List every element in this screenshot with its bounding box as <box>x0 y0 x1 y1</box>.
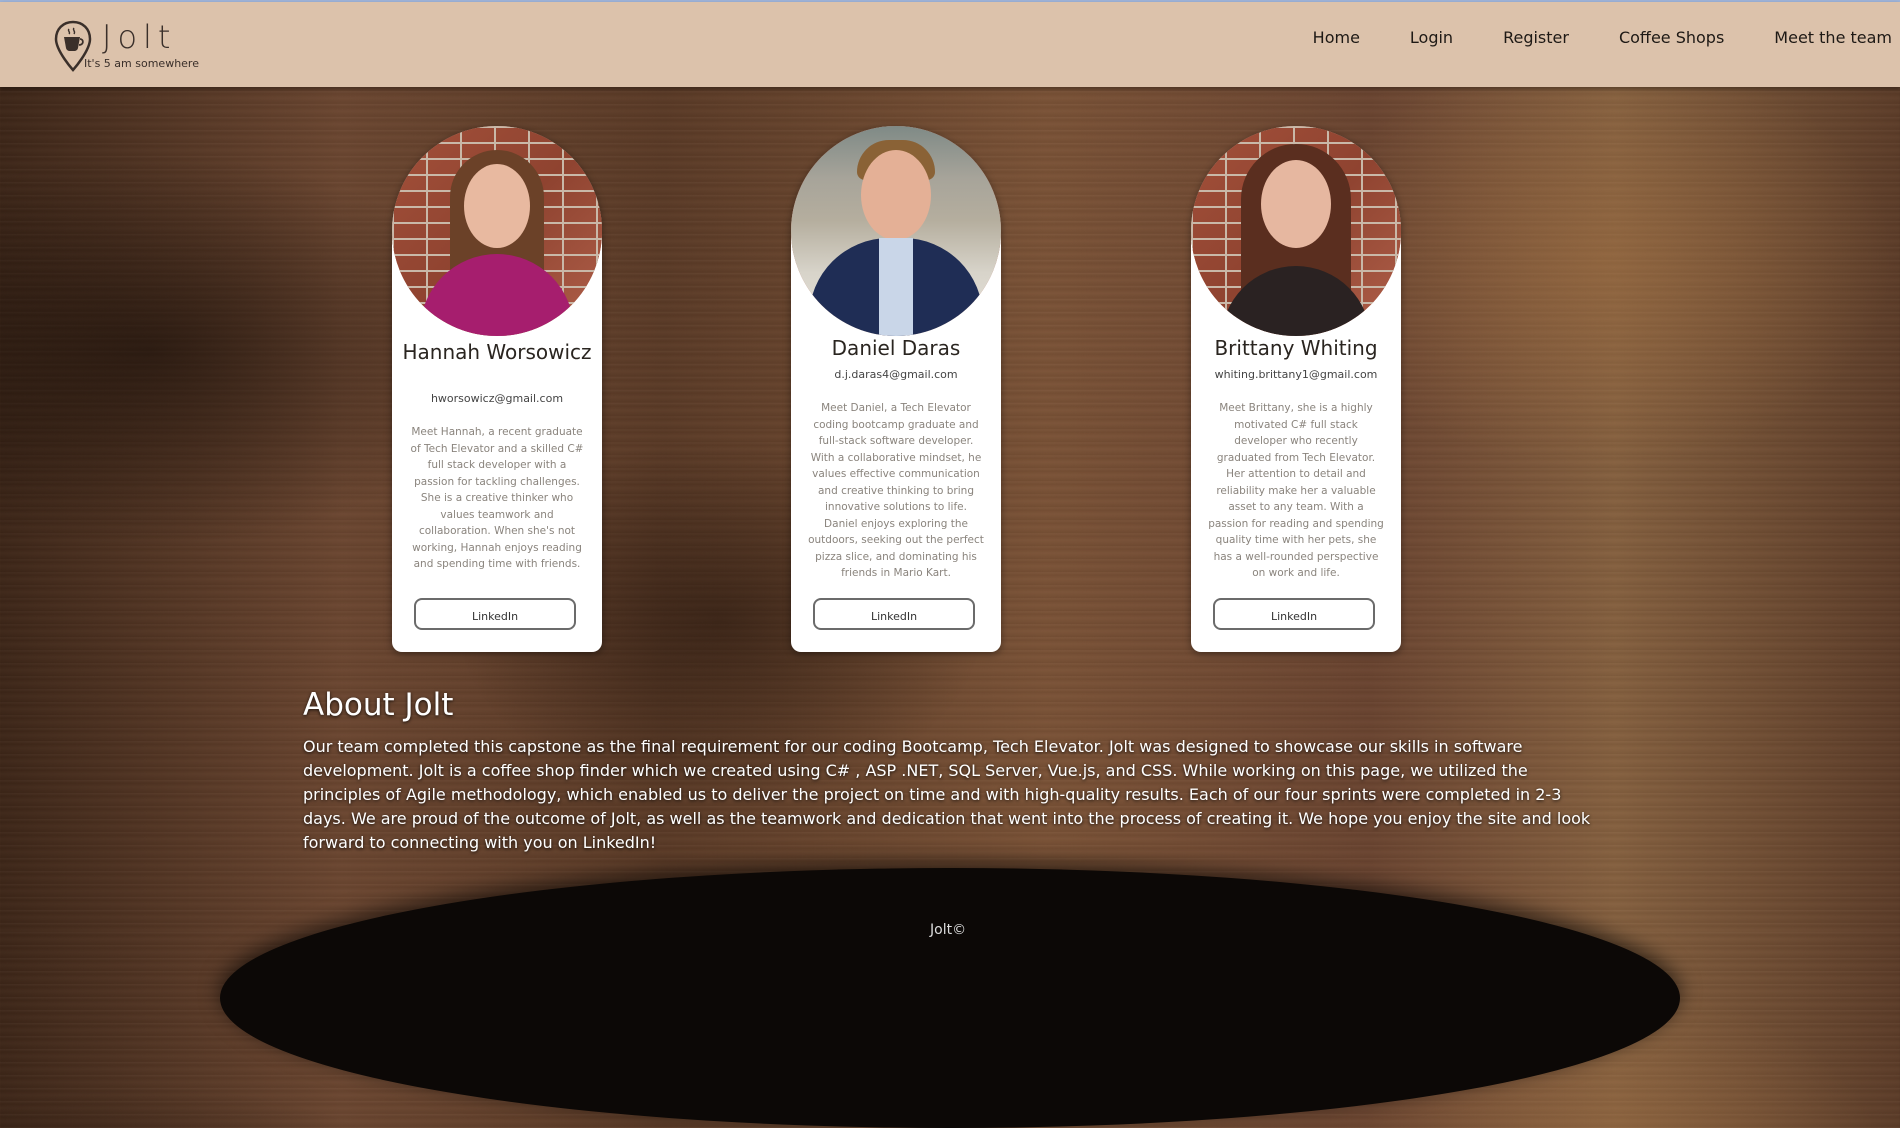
member-bio: Meet Daniel, a Tech Elevator coding boot… <box>808 402 984 579</box>
nav-home[interactable]: Home <box>1313 28 1360 47</box>
member-name: Brittany Whiting <box>1214 336 1378 360</box>
brand-logo[interactable]: Jolt It's 5 am somewhere <box>54 18 214 74</box>
about-title: About Jolt <box>303 687 454 723</box>
member-name: Hannah Worsowicz <box>402 340 592 364</box>
team-card-hannah: Hannah Worsowicz hworsowicz@gmail.com Me… <box>392 126 602 652</box>
brand-name: Jolt <box>102 18 177 56</box>
member-email: whiting.brittany1@gmail.com <box>1214 368 1378 381</box>
member-bio: Meet Hannah, a recent graduate of Tech E… <box>410 426 584 570</box>
footer <box>220 868 1680 1128</box>
member-email: d.j.daras4@gmail.com <box>834 368 958 381</box>
avatar-photo <box>1191 126 1401 336</box>
main-nav: Home Login Register Coffee Shops Meet th… <box>1263 2 1900 72</box>
team-card-brittany: Brittany Whiting whiting.brittany1@gmail… <box>1191 126 1401 652</box>
avatar-photo <box>791 126 1001 336</box>
nav-meet-the-team[interactable]: Meet the team <box>1774 28 1892 47</box>
brand-tagline: It's 5 am somewhere <box>84 57 199 70</box>
nav-login[interactable]: Login <box>1410 28 1453 47</box>
member-name: Daniel Daras <box>831 336 961 360</box>
team-card-daniel: Daniel Daras d.j.daras4@gmail.com Meet D… <box>791 126 1001 652</box>
member-email: hworsowicz@gmail.com <box>430 392 564 405</box>
linkedin-button[interactable]: LinkedIn <box>1213 598 1375 630</box>
footer-text: Jolt© <box>930 922 967 938</box>
site-header: Jolt It's 5 am somewhere Home Login Regi… <box>0 2 1900 87</box>
nav-register[interactable]: Register <box>1503 28 1569 47</box>
member-bio: Meet Brittany, she is a highly motivated… <box>1208 402 1384 579</box>
linkedin-button[interactable]: LinkedIn <box>813 598 975 630</box>
about-text: Our team completed this capstone as the … <box>303 737 1591 852</box>
linkedin-button[interactable]: LinkedIn <box>414 598 576 630</box>
nav-coffee-shops[interactable]: Coffee Shops <box>1619 28 1724 47</box>
avatar-photo <box>392 126 602 336</box>
